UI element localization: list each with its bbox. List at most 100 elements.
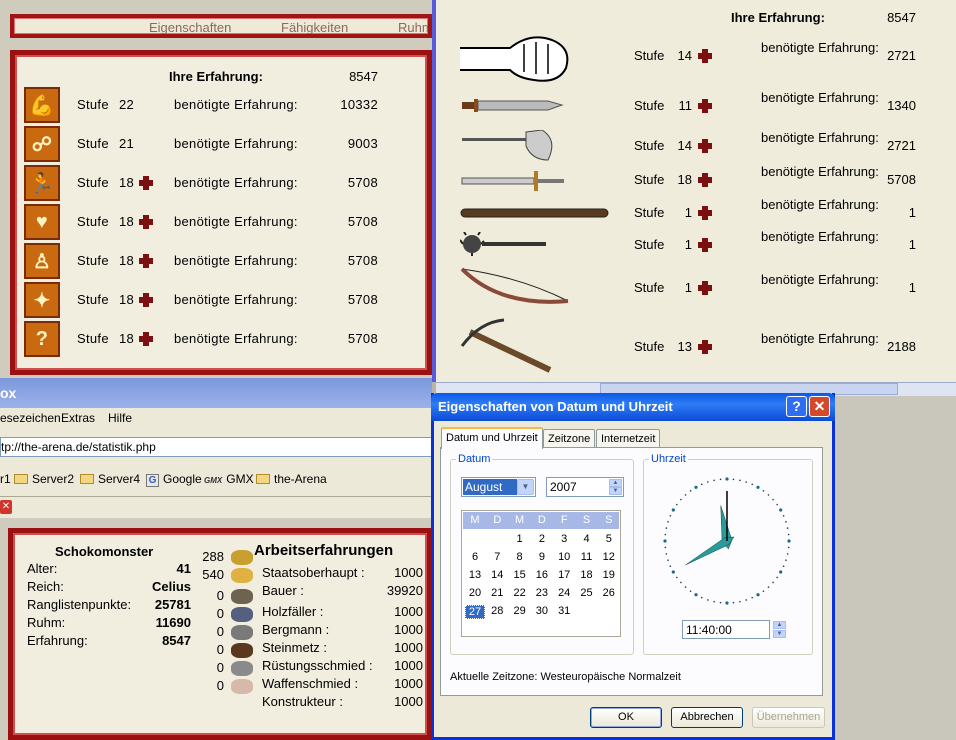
calendar-day[interactable]: 17	[554, 569, 574, 581]
clock-tick	[684, 586, 687, 588]
year-stepper[interactable]: 2007 ▲ ▼	[546, 477, 624, 497]
chevron-down-icon[interactable]: ▼	[517, 479, 534, 495]
tab-zeitzone[interactable]: Zeitzone	[543, 429, 596, 448]
calendar-day[interactable]: 29	[510, 605, 530, 617]
add-level-icon[interactable]	[139, 176, 153, 190]
calendar-day[interactable]: 19	[599, 569, 619, 581]
add-level-icon[interactable]	[698, 173, 712, 187]
menu-lesezeichen[interactable]: esezeichen	[0, 411, 61, 425]
nav-faehigkeiten[interactable]: Fähigkeiten	[281, 20, 348, 34]
work-count: 288	[202, 549, 224, 564]
calendar-day[interactable]: 6	[465, 551, 485, 563]
clock-tick	[700, 596, 703, 599]
calendar-day[interactable]: 26	[599, 587, 619, 599]
calendar-day[interactable]: 23	[532, 587, 552, 599]
add-level-icon[interactable]	[139, 332, 153, 346]
calendar-day[interactable]: 25	[577, 587, 597, 599]
add-level-icon[interactable]	[698, 139, 712, 153]
add-level-icon[interactable]	[139, 254, 153, 268]
bookmark-server1[interactable]: r1	[0, 472, 11, 486]
calendar-day[interactable]: 8	[510, 551, 530, 563]
spin-down-icon[interactable]: ▼	[609, 487, 622, 495]
calendar-day-selected[interactable]: 27	[465, 605, 485, 619]
add-level-icon[interactable]	[698, 238, 712, 252]
calendar-day[interactable]: 1	[510, 533, 530, 545]
calendar-day[interactable]: 11	[577, 551, 597, 563]
calendar-day[interactable]: 13	[465, 569, 485, 581]
spin-down-icon[interactable]: ▼	[773, 630, 786, 638]
add-level-icon[interactable]	[698, 281, 712, 295]
nav-ruhm[interactable]: Ruhm	[398, 20, 428, 34]
tab-datum-und-uhrzeit[interactable]: Datum und Uhrzeit	[441, 427, 543, 449]
calendar-day[interactable]: 18	[577, 569, 597, 581]
close-tab-icon[interactable]: ✕	[0, 500, 12, 514]
address-url: tp://the-arena.de/statistik.php	[1, 440, 156, 454]
attribute-row: 🏃 Stufe 18 benötigte Erfahrung: 5708	[15, 165, 427, 201]
clock-tick	[671, 508, 675, 512]
clock-tick	[787, 533, 790, 536]
clock-tick	[676, 503, 678, 506]
bookmark-google[interactable]: G Google	[146, 472, 202, 487]
clock-tick	[779, 508, 783, 512]
add-level-icon[interactable]	[139, 215, 153, 229]
month-select[interactable]: August ▼	[461, 477, 536, 497]
calendar-day[interactable]: 28	[487, 605, 507, 617]
bookmark-server4[interactable]: Server4	[80, 472, 140, 486]
crossbow-icon	[460, 318, 554, 377]
calendar-day[interactable]: 3	[554, 533, 574, 545]
stufe-label: Stufe	[634, 339, 665, 354]
spin-up-icon[interactable]: ▲	[773, 621, 786, 629]
apply-button[interactable]: Übernehmen	[752, 707, 825, 728]
add-level-icon[interactable]	[698, 49, 712, 63]
menu-hilfe[interactable]: Hilfe	[108, 411, 132, 425]
level-value: 21	[119, 136, 135, 151]
close-icon[interactable]: ✕	[809, 396, 830, 417]
bookmark-server2[interactable]: Server2	[14, 472, 74, 486]
calendar-day[interactable]: 31	[554, 605, 574, 617]
address-bar[interactable]: tp://the-arena.de/statistik.php	[0, 437, 432, 457]
clock-tick	[745, 481, 747, 483]
bookmark-gmx[interactable]: GMX GMX	[204, 472, 254, 486]
attribute-row: ☍ Stufe 21 benötigte Erfahrung: 9003	[15, 126, 427, 162]
add-level-icon[interactable]	[698, 206, 712, 220]
time-input[interactable]: 11:40:00	[682, 620, 770, 639]
clock-tick	[671, 570, 675, 574]
time-spinner[interactable]: ▲ ▼	[771, 620, 786, 639]
calendar-day[interactable]: 15	[510, 569, 530, 581]
work-count: 540	[202, 567, 224, 582]
ok-button[interactable]: OK	[590, 707, 662, 728]
menu-extras[interactable]: Extras	[61, 411, 95, 425]
clock-tick	[732, 601, 735, 604]
stat-label: Reich:	[27, 579, 64, 594]
calendar-day[interactable]: 20	[465, 587, 485, 599]
calendar-day[interactable]: 2	[532, 533, 552, 545]
stufe-label: Stufe	[77, 253, 109, 268]
calendar-day[interactable]: 4	[577, 533, 597, 545]
spin-up-icon[interactable]: ▲	[609, 479, 622, 487]
required-experience-value: 2188	[887, 339, 916, 354]
attribute-row: ✦ Stufe 18 benötigte Erfahrung: 5708	[15, 282, 427, 318]
work-label: Bauer :	[262, 583, 304, 598]
required-experience-value: 10332	[340, 97, 378, 112]
stufe-label: Stufe	[634, 138, 665, 153]
cancel-button[interactable]: Abbrechen	[671, 707, 743, 728]
calendar-day[interactable]: 16	[532, 569, 552, 581]
tab-internetzeit[interactable]: Internetzeit	[596, 429, 661, 448]
clock-tick	[680, 581, 682, 584]
calendar-day[interactable]: 22	[510, 587, 530, 599]
calendar-day[interactable]: 21	[487, 587, 507, 599]
calendar-day[interactable]: 9	[532, 551, 552, 563]
calendar-day[interactable]: 30	[532, 605, 552, 617]
calendar-day[interactable]: 14	[487, 569, 507, 581]
help-icon[interactable]: ?	[786, 396, 807, 417]
nav-eigenschaften[interactable]: Eigenschaften	[149, 20, 231, 34]
calendar-day[interactable]: 24	[554, 587, 574, 599]
calendar-day[interactable]: 7	[487, 551, 507, 563]
add-level-icon[interactable]	[698, 99, 712, 113]
add-level-icon[interactable]	[698, 340, 712, 354]
calendar-day[interactable]: 12	[599, 551, 619, 563]
calendar-day[interactable]: 5	[599, 533, 619, 545]
add-level-icon[interactable]	[139, 293, 153, 307]
calendar-day[interactable]: 10	[554, 551, 574, 563]
bookmark-the-arena[interactable]: the-Arena	[256, 472, 327, 486]
